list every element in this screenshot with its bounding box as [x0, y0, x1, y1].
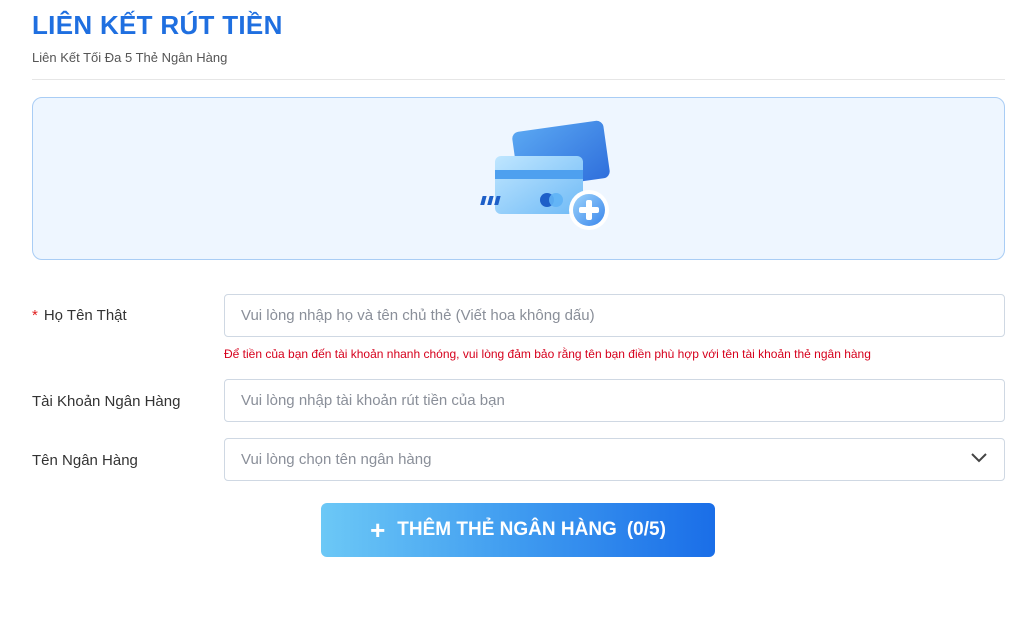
- page-title: LIÊN KẾT RÚT TIỀN: [32, 10, 283, 40]
- header-divider: [32, 79, 1005, 80]
- chevron-down-icon: [970, 451, 988, 468]
- add-bank-card-label: THÊM THẺ NGÂN HÀNG: [397, 519, 617, 540]
- bank-name-placeholder: Vui lòng chọn tên ngân hàng: [241, 451, 432, 468]
- card-count: (0/5): [626, 519, 666, 540]
- add-bank-card-button[interactable]: + THÊM THẺ NGÂN HÀNG (0/5): [321, 503, 715, 557]
- required-mark: *: [32, 307, 38, 324]
- add-card-panel[interactable]: [32, 97, 1005, 260]
- account-label: Tài Khoản Ngân Hàng: [32, 393, 181, 410]
- credit-card-add-icon: [463, 120, 623, 245]
- name-hint: Để tiền của bạn đến tài khoản nhanh chón…: [224, 347, 871, 361]
- bank-name-select[interactable]: Vui lòng chọn tên ngân hàng: [224, 438, 1005, 481]
- page-subtitle: Liên Kết Tối Đa 5 Thẻ Ngân Hàng: [32, 50, 228, 65]
- bank-name-label: Tên Ngân Hàng: [32, 452, 138, 469]
- real-name-input[interactable]: [224, 294, 1005, 337]
- plus-icon: +: [370, 515, 386, 545]
- name-label: * Họ Tên Thật: [32, 307, 127, 324]
- name-label-text: Họ Tên Thật: [43, 307, 127, 324]
- bank-account-input[interactable]: [224, 379, 1005, 422]
